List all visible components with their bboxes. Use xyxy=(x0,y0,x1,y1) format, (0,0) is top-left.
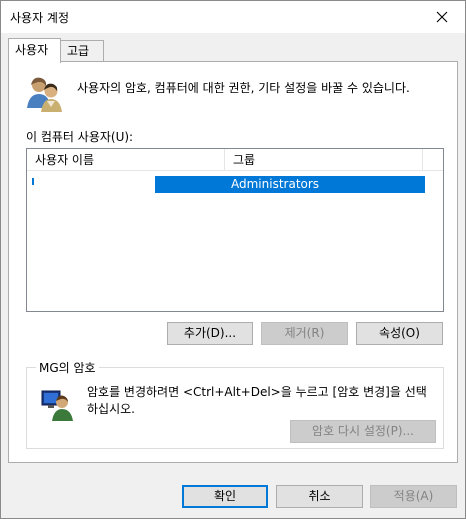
apply-button[interactable]: 적용(A) xyxy=(370,485,457,508)
user-accounts-dialog: 사용자 계정 사용자 고급 사용자의 암호, 컴퓨터에 대한 권한, 기타 설정… xyxy=(0,0,466,519)
users-tab-page: 사용자의 암호, 컴퓨터에 대한 권한, 기타 설정을 바꿀 수 있습니다. 이… xyxy=(8,61,458,463)
ok-button-label: 확인 xyxy=(213,489,237,503)
password-instructions: 암호를 변경하려면 <Ctrl+Alt+Del>을 누르고 [암호 변경]을 선… xyxy=(87,385,427,416)
reset-password-button[interactable]: 암호 다시 설정(P)... xyxy=(290,420,436,443)
properties-button-label: 속성(O) xyxy=(379,326,420,340)
users-icon xyxy=(27,77,62,112)
close-button[interactable] xyxy=(419,1,465,32)
column-username-label: 사용자 이름 xyxy=(35,153,95,167)
tab-advanced-label: 고급 xyxy=(67,44,90,58)
remove-button-label: 제거(R) xyxy=(284,326,325,340)
list-item-group: Administrators xyxy=(231,177,320,191)
remove-button[interactable]: 제거(R) xyxy=(261,322,348,345)
column-header-group[interactable]: 그룹 xyxy=(225,149,423,171)
column-group-label: 그룹 xyxy=(233,153,256,167)
password-group-title: MG의 암호 xyxy=(36,359,99,376)
list-item[interactable]: Administrators xyxy=(155,176,425,193)
list-header: 사용자 이름 그룹 xyxy=(27,149,443,171)
column-header-username[interactable]: 사용자 이름 xyxy=(27,149,225,171)
close-icon xyxy=(436,11,448,22)
title-bar: 사용자 계정 xyxy=(1,1,465,33)
apply-button-label: 적용(A) xyxy=(393,489,434,503)
password-groupbox: MG의 암호 암호를 변경하려면 <Ctrl+Alt+Del>을 누르고 [암호… xyxy=(26,359,444,449)
tab-users[interactable]: 사용자 xyxy=(8,38,61,63)
cancel-button-label: 취소 xyxy=(308,489,331,503)
properties-button[interactable]: 속성(O) xyxy=(356,322,443,345)
add-button[interactable]: 추가(D)... xyxy=(167,322,253,345)
add-button-label: 추가(D)... xyxy=(183,326,237,340)
cancel-button[interactable]: 취소 xyxy=(276,485,363,508)
tab-advanced[interactable]: 고급 xyxy=(60,40,104,63)
ok-button[interactable]: 확인 xyxy=(182,485,268,508)
tab-users-label: 사용자 xyxy=(15,43,49,57)
window-title: 사용자 계정 xyxy=(10,11,70,25)
password-user-icon xyxy=(41,390,73,421)
reset-password-label: 암호 다시 설정(P)... xyxy=(312,424,414,438)
row-focus-marker xyxy=(32,178,34,185)
users-list[interactable]: 사용자 이름 그룹 Administrators xyxy=(26,148,444,312)
intro-text: 사용자의 암호, 컴퓨터에 대한 권한, 기타 설정을 바꿀 수 있습니다. xyxy=(77,81,410,95)
users-list-label: 이 컴퓨터 사용자(U): xyxy=(26,130,134,144)
